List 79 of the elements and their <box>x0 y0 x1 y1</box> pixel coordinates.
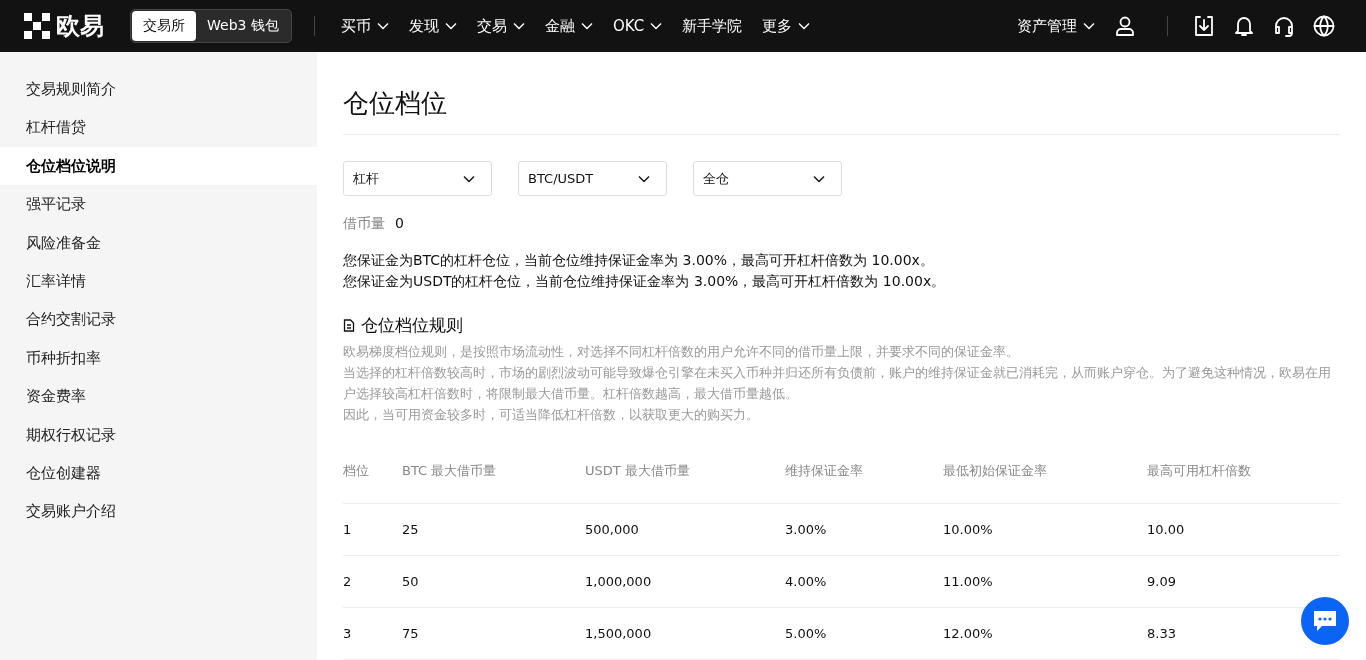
table-cell-text: 10.00% <box>943 522 994 537</box>
page-title: 仓位档位 <box>343 87 448 120</box>
table-cell-text: 2 <box>343 574 353 589</box>
chat-button[interactable] <box>1301 597 1349 645</box>
nav-link[interactable]: 买币 <box>340 16 389 36</box>
chevron-icon <box>580 22 593 30</box>
table-cell-text: 9.09 <box>1147 574 1177 589</box>
chevron-icon <box>376 22 389 30</box>
bell-icon[interactable] <box>1232 14 1256 38</box>
chevron-icon <box>638 174 650 183</box>
table-cell-text: 1 <box>343 522 353 537</box>
table-cell-text: 75 <box>402 626 420 641</box>
nav-link[interactable]: 金融 <box>544 16 593 36</box>
chat-icon <box>1312 609 1338 633</box>
sidebar-item[interactable]: 汇率详情 <box>0 261 317 301</box>
rule-text: 因此，当可用资金较多时，可适当降低杠杆倍数，以获取更大的购买力。 <box>343 406 760 424</box>
note-text: 您保证金为BTC的杠杆仓位，当前仓位维持保证金率为 3.00%，最高可开杠杆倍数为 10.00x。 <box>343 251 935 270</box>
asset-menu[interactable]: 资产管理 <box>1017 16 1095 36</box>
table-cell-text: 1,500,000 <box>585 626 653 641</box>
chevron-icon <box>650 22 663 30</box>
sidebar-item[interactable]: 期权行权记录 <box>0 415 317 454</box>
user-icon[interactable] <box>1113 14 1137 38</box>
sidebar-item[interactable]: 仓位创建器 <box>0 453 317 493</box>
sidebar-item[interactable]: 仓位档位说明 <box>0 146 317 186</box>
download-icon[interactable] <box>1192 14 1216 38</box>
section-title: 仓位档位规则 <box>361 314 463 337</box>
nav-link[interactable]: 更多 <box>762 16 811 36</box>
column-header: 维持保证金率 <box>785 462 864 480</box>
dropdown[interactable]: 全仓 <box>693 161 842 196</box>
mode-tab[interactable]: 交易所 <box>132 11 196 41</box>
table-cell-text: 3 <box>343 626 353 641</box>
sidebar-item[interactable]: 合约交割记录 <box>0 300 317 339</box>
sidebar-item[interactable]: 交易规则简介 <box>0 70 317 109</box>
rule-text: 当选择的杠杆倍数较高时，市场的剧烈波动可能导致爆仓引擎在未买入币种并归还所有负债前，账户的维持保证金就已消耗完，从而账户穿仓。为了避免这种情况，欧易在用户选择较高杠杆倍数时，将限制最大借币量。杠杆倍数越高，最大借币量越低。 <box>343 364 1332 403</box>
nav-link[interactable]: 交易 <box>476 16 525 36</box>
sidebar-item[interactable]: 资金费率 <box>0 377 317 416</box>
column-header: 档位 <box>343 462 370 480</box>
sidebar-item[interactable]: 强平记录 <box>0 185 317 224</box>
document-icon <box>343 319 355 332</box>
mode-tab[interactable]: Web3 钱包 <box>196 11 290 41</box>
column-header: 最低初始保证金率 <box>943 462 1048 480</box>
chevron-icon <box>798 22 811 30</box>
note-text: 您保证金为USDT的杠杆仓位，当前仓位维持保证金率为 3.00%，最高可开杠杆倍数为 10.00x。 <box>343 272 947 291</box>
nav-link[interactable]: OKC <box>612 17 663 35</box>
rule-text: 欧易梯度档位规则，是按照市场流动性，对选择不同杠杆倍数的用户允许不同的借币量上限，并要求不同的保证金率。 <box>343 343 1020 361</box>
table-cell-text: 25 <box>402 522 420 537</box>
table-cell-text: 500,000 <box>585 522 640 537</box>
column-header: BTC 最大借币量 <box>402 462 498 480</box>
sidebar-item[interactable]: 杠杆借贷 <box>0 108 317 147</box>
dropdown[interactable]: 杠杆 <box>343 161 492 196</box>
chevron-icon <box>444 22 457 30</box>
nav-link[interactable]: 新手学院 <box>682 16 743 36</box>
chevron-icon <box>463 174 475 183</box>
sidebar-item[interactable]: 风险准备金 <box>0 223 317 262</box>
table-cell-text: 3.00% <box>785 522 828 537</box>
logo[interactable]: 欧易 <box>24 10 104 42</box>
table-cell-text: 5.00% <box>785 626 828 641</box>
column-header: 最高可用杠杆倍数 <box>1147 462 1252 480</box>
column-header: USDT 最大借币量 <box>585 462 691 480</box>
table-cell-text: 1,000,000 <box>585 574 653 589</box>
logo-icon <box>24 13 50 39</box>
chevron-icon <box>1083 22 1095 30</box>
globe-icon[interactable] <box>1312 14 1336 38</box>
table-cell-text: 8.33 <box>1147 626 1177 641</box>
table-cell-text: 4.00% <box>785 574 828 589</box>
headset-icon[interactable] <box>1272 14 1296 38</box>
sidebar-item[interactable]: 交易账户介绍 <box>0 492 317 531</box>
logo-text: 欧易 <box>56 11 104 42</box>
table-cell-text: 11.00% <box>943 574 994 589</box>
borrow-label: 借币量 <box>343 215 385 233</box>
table-cell-text: 12.00% <box>943 626 994 641</box>
chevron-icon <box>813 174 825 183</box>
sidebar-item[interactable]: 币种折扣率 <box>0 338 317 378</box>
table-cell-text: 10.00 <box>1147 522 1186 537</box>
chevron-icon <box>512 22 525 30</box>
borrow-value: 0 <box>395 215 404 233</box>
nav-link[interactable]: 发现 <box>408 16 457 36</box>
dropdown[interactable]: BTC/USDT <box>518 161 667 196</box>
table-cell-text: 50 <box>402 574 420 589</box>
